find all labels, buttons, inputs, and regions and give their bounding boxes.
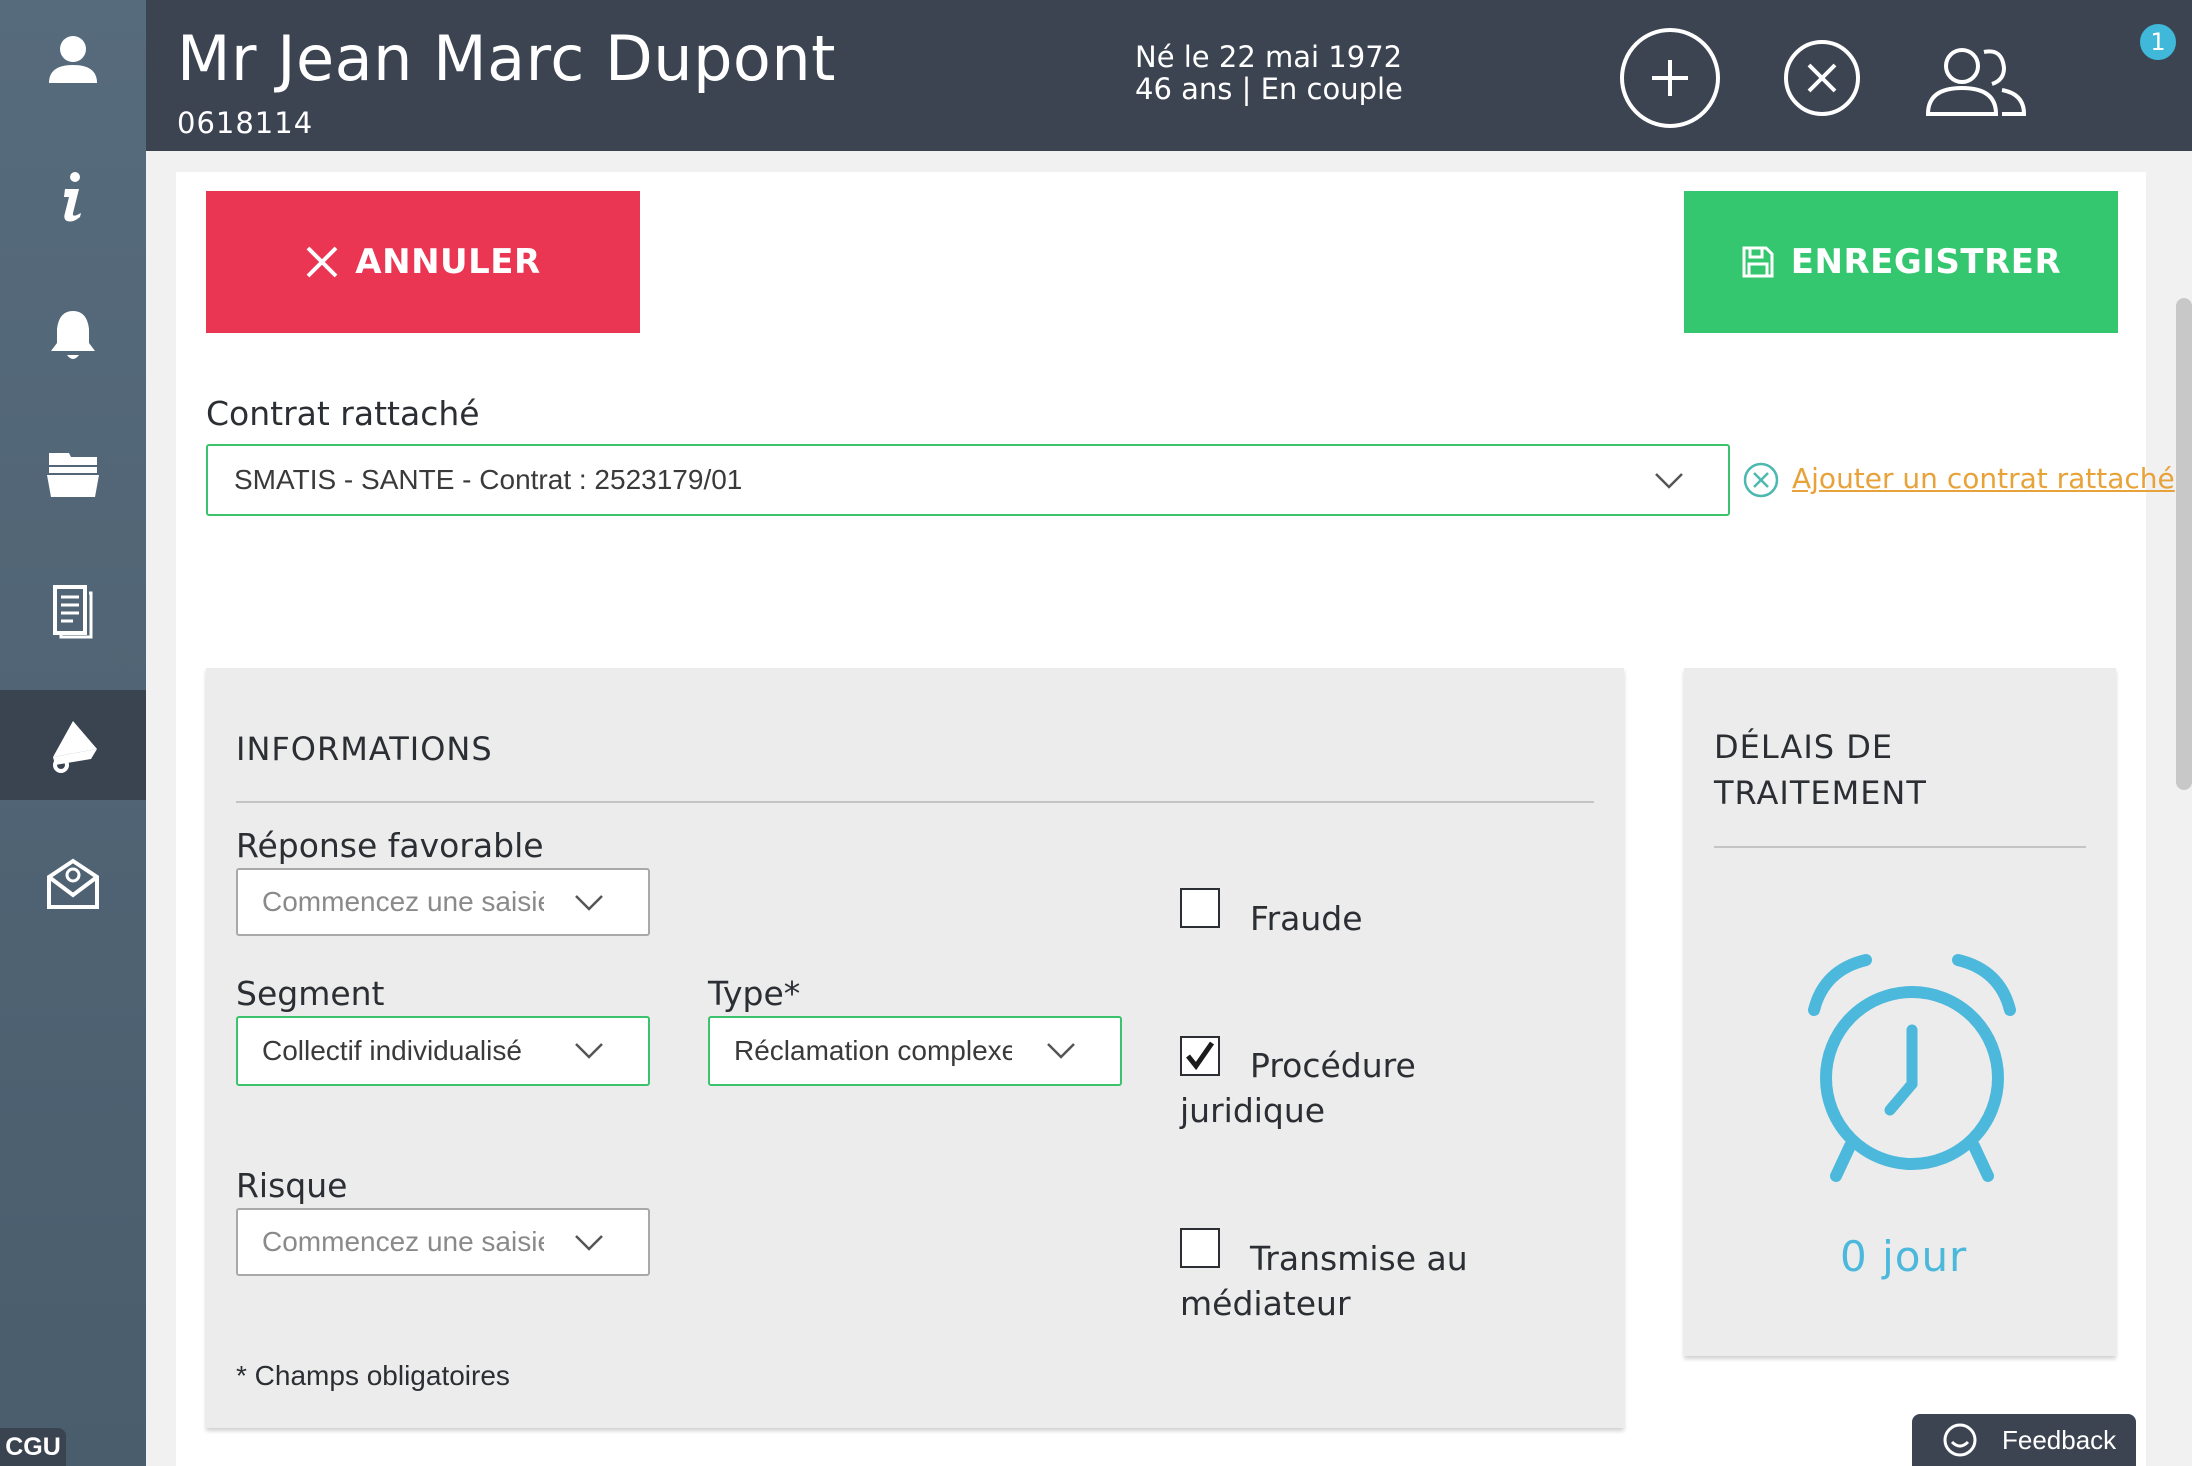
procedure-juridique-label: Procédure juridique <box>1180 1046 1416 1130</box>
contract-select[interactable]: SMATIS - SANTE - Contrat : 2523179/01 <box>206 444 1730 516</box>
mail-icon <box>47 858 99 909</box>
chevron-down-icon <box>575 1043 603 1059</box>
chevron-down-icon <box>1047 1043 1075 1059</box>
close-client-button[interactable] <box>1784 40 1860 116</box>
client-status: 46 ans | En couple <box>1135 72 1403 106</box>
risque-input[interactable]: Commencez une saisie <box>236 1208 650 1276</box>
transmise-mediateur-label: Transmise au médiateur <box>1180 1239 1468 1323</box>
segment-value: Collectif individualisé <box>262 1035 522 1066</box>
cancel-button-label: ANNULER <box>355 242 541 282</box>
reponse-favorable-input[interactable]: Commencez une saisie <box>236 868 650 936</box>
type-select[interactable]: Réclamation complexe <box>708 1016 1122 1086</box>
notification-badge: 1 <box>2138 22 2178 62</box>
processing-days: 0 jour <box>1840 1232 1968 1281</box>
sidebar-item-reclamations[interactable] <box>0 690 146 800</box>
delais-title-line2: TRAITEMENT <box>1714 774 1927 812</box>
feedback-label: Feedback <box>2002 1424 2117 1455</box>
sidebar-item-messages[interactable] <box>0 828 146 938</box>
reponse-favorable-placeholder: Commencez une saisie <box>262 886 544 917</box>
document-icon <box>53 585 93 639</box>
client-name: Mr Jean Marc Dupont <box>177 22 836 95</box>
add-contract-link[interactable]: Ajouter un contrat rattaché <box>1792 462 2175 495</box>
chevron-down-icon <box>575 895 603 911</box>
save-button-label: ENREGISTRER <box>1790 242 2062 282</box>
bell-icon <box>51 311 95 359</box>
informations-title: INFORMATIONS <box>236 730 493 768</box>
floppy-disk-icon <box>1742 246 1774 278</box>
chevron-down-icon <box>575 1235 603 1251</box>
scrollbar[interactable] <box>2176 298 2192 790</box>
type-label: Type* <box>708 974 801 1013</box>
client-id: 0618114 <box>177 106 314 140</box>
informations-divider <box>236 801 1594 803</box>
smiley-icon <box>1943 1423 1977 1457</box>
risque-placeholder: Commencez une saisie <box>262 1226 544 1257</box>
contract-label: Contrat rattaché <box>206 394 480 433</box>
type-value: Réclamation complexe <box>734 1035 1012 1066</box>
client-birth-date: Né le 22 mai 1972 <box>1135 40 1403 74</box>
add-button[interactable] <box>1620 28 1720 128</box>
sidebar-item-info[interactable] <box>0 142 146 252</box>
contract-select-value: SMATIS - SANTE - Contrat : 2523179/01 <box>234 464 743 495</box>
sidebar-item-documents[interactable] <box>0 418 146 528</box>
info-icon <box>64 172 81 222</box>
reponse-favorable-label: Réponse favorable <box>236 826 544 865</box>
cancel-button[interactable]: ANNULER <box>206 191 640 333</box>
delais-divider <box>1714 846 2086 848</box>
user-icon <box>49 36 97 83</box>
sidebar: CGU <box>0 0 146 1466</box>
risque-label: Risque <box>236 1166 348 1205</box>
segment-label: Segment <box>236 974 385 1013</box>
alarm-clock-icon <box>1808 954 2016 1182</box>
sidebar-item-profile[interactable] <box>0 4 146 114</box>
feedback-button[interactable]: Feedback <box>1912 1414 2136 1466</box>
segment-select[interactable]: Collectif individualisé <box>236 1016 650 1086</box>
folders-icon <box>47 453 99 497</box>
delais-title-line1: DÉLAIS DE <box>1714 728 1894 766</box>
users-icon[interactable] <box>1922 40 2030 120</box>
remove-contract-icon[interactable] <box>1742 461 1780 499</box>
fraude-checkbox[interactable] <box>1180 888 1220 928</box>
sidebar-item-contracts[interactable] <box>0 556 146 666</box>
sidebar-item-alerts[interactable] <box>0 280 146 390</box>
required-fields-note: * Champs obligatoires <box>236 1360 510 1391</box>
megaphone-icon <box>53 721 97 773</box>
save-button[interactable]: ENREGISTRER <box>1684 191 2118 333</box>
client-header: Mr Jean Marc Dupont 0618114 Né le 22 mai… <box>146 0 2192 151</box>
plus-icon <box>1652 60 1688 96</box>
cgu-link[interactable]: CGU <box>0 1428 66 1466</box>
close-icon <box>1807 63 1837 93</box>
close-icon <box>306 246 338 278</box>
chevron-down-icon <box>1655 473 1683 489</box>
fraude-label: Fraude <box>1250 899 1363 938</box>
